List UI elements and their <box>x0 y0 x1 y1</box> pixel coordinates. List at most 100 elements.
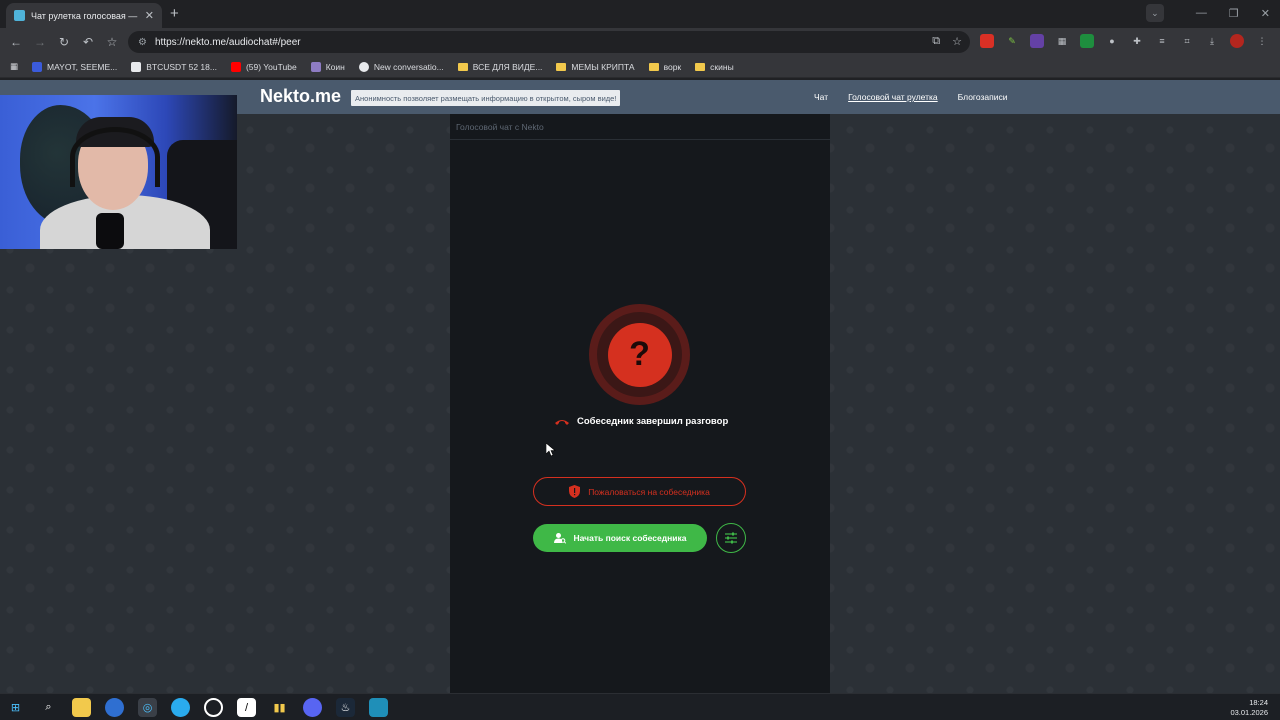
folder-icon <box>695 62 706 71</box>
bookmark-label: New conversatio... <box>373 61 444 72</box>
bookmark-folder[interactable]: МЕМЫ КРИПТА <box>556 61 635 72</box>
app-square-icon[interactable] <box>369 698 388 717</box>
webcam-overlay <box>0 95 237 249</box>
windows-start-icon[interactable]: ⊞ <box>6 698 25 717</box>
bookmark-item[interactable]: New conversatio... <box>358 61 444 72</box>
bookmark-folder[interactable]: ВСЕ ДЛЯ ВИДЕ... <box>457 61 543 72</box>
webcam-microphone <box>96 213 124 249</box>
extension-red-icon[interactable] <box>980 34 994 48</box>
twitch-extension-icon[interactable] <box>1030 34 1044 48</box>
tab-search-icon[interactable]: ⌄ <box>1145 4 1164 22</box>
app-bars-icon[interactable]: ▮▮ <box>270 698 289 717</box>
back-icon[interactable]: ← <box>4 35 28 49</box>
chat-header: Голосовой чат с Nekto <box>450 114 830 140</box>
search-settings-button[interactable] <box>716 523 746 553</box>
extensions-area: ✎ ▦ ● ✚ ≡ ⌗ ⤓ ⋮ <box>980 34 1269 48</box>
extension-grid-icon[interactable]: ▦ <box>1055 34 1069 48</box>
minimize-icon[interactable]: — <box>1196 7 1207 19</box>
search-label: Начать поиск собеседника <box>573 533 687 543</box>
new-tab-button[interactable]: + <box>170 5 179 22</box>
system-clock[interactable]: 18:24 03.01.2026 <box>1230 698 1268 718</box>
forward-icon[interactable]: → <box>28 35 52 49</box>
report-label: Пожаловаться на собеседника <box>588 486 710 497</box>
chatgpt-icon <box>358 61 369 72</box>
question-mark-icon: ? <box>607 322 672 387</box>
install-app-icon[interactable]: ⧉ <box>932 35 940 48</box>
menu-item-blog[interactable]: Блогозаписи <box>958 92 1008 102</box>
crop-icon[interactable]: ⌗ <box>1180 34 1194 48</box>
bookmark-item[interactable]: Коин <box>310 61 345 72</box>
folder-icon <box>556 62 567 71</box>
bookmark-label: МЕМЫ КРИПТА <box>571 61 635 72</box>
bookmark-label: скины <box>710 61 734 72</box>
close-tab-icon[interactable]: ✕ <box>145 9 154 22</box>
profile-avatar-icon[interactable] <box>1230 34 1244 48</box>
bookmark-folder[interactable]: ворк <box>648 61 682 72</box>
file-explorer-icon[interactable] <box>72 698 91 717</box>
search-icon[interactable]: ⌕ <box>39 698 58 717</box>
telegram-icon[interactable] <box>171 698 190 717</box>
bookmark-label: ворк <box>663 61 682 72</box>
bookmark-label: (59) YouTube <box>245 61 297 72</box>
chrome-active-icon[interactable]: ◎ <box>138 698 157 717</box>
status-text: Собеседник завершил разговор <box>577 416 729 427</box>
menu-item-voice-roulette[interactable]: Голосовой чат рулетка <box>848 92 938 102</box>
restore-icon[interactable]: ❐ <box>1229 7 1239 20</box>
star-icon[interactable]: ☆ <box>952 35 962 48</box>
shield-icon <box>569 485 581 498</box>
windows-taskbar: ⊞ ⌕ ◎ / ▮▮ ♨ 18:24 03.01.2026 <box>0 693 1280 720</box>
bookmark-star-icon[interactable]: ☆ <box>100 35 124 49</box>
youtube-icon <box>230 61 241 72</box>
address-bar[interactable]: ⚙ https://nekto.me/audiochat#/peer ⧉ ☆ <box>128 31 970 53</box>
mouse-cursor-icon <box>546 443 556 457</box>
extension-circle-icon[interactable]: ● <box>1105 34 1119 48</box>
discord-icon[interactable] <box>303 698 322 717</box>
bookmark-item[interactable]: (59) YouTube <box>230 61 297 72</box>
call-status: Собеседник завершил разговор <box>554 416 728 427</box>
window-controls: ⌄ — ❐ ✕ <box>1145 4 1270 22</box>
chrome-icon[interactable] <box>105 698 124 717</box>
browser-toolbar: ← → ↻ ↶ ☆ ⚙ https://nekto.me/audiochat#/… <box>0 28 1280 56</box>
bookmark-item[interactable]: BTCUSDT 52 18... <box>131 61 217 72</box>
bookmark-item[interactable]: MAYOT, SEEME... <box>32 61 118 72</box>
bookmark-favicon-icon <box>32 61 43 72</box>
site-motto: Анонимность позволяет размещать информац… <box>351 90 621 106</box>
browser-tab[interactable]: Чат рулетка голосовая — Nekto.me ✕ <box>6 3 162 28</box>
sliders-icon <box>725 532 737 544</box>
folder-icon <box>648 62 659 71</box>
peer-avatar: ? <box>589 304 690 405</box>
extension-on-icon[interactable] <box>1080 34 1094 48</box>
menu-kebab-icon[interactable]: ⋮ <box>1255 34 1269 48</box>
download-icon[interactable]: ⤓ <box>1205 34 1219 48</box>
reload-icon[interactable]: ↻ <box>52 35 76 49</box>
bookmark-label: ВСЕ ДЛЯ ВИДЕ... <box>472 61 543 72</box>
report-peer-button[interactable]: Пожаловаться на собеседника <box>533 477 746 506</box>
tab-title: Чат рулетка голосовая — Nekto.me <box>31 10 139 21</box>
apps-grid-icon[interactable]: ▦ <box>10 61 18 72</box>
menu-item-chat[interactable]: Чат <box>814 92 828 102</box>
bookmark-label: Коин <box>325 61 345 72</box>
site-info-icon[interactable]: ⚙ <box>138 37 147 48</box>
clock-date: 03.01.2026 <box>1230 708 1268 717</box>
user-search-icon <box>553 533 566 544</box>
site-favicon-icon <box>14 10 25 21</box>
reading-list-icon[interactable]: ≡ <box>1155 34 1169 48</box>
clock-time: 18:24 <box>1249 698 1268 707</box>
bookmark-folder[interactable]: скины <box>695 62 734 72</box>
close-window-icon[interactable]: ✕ <box>1261 7 1270 20</box>
steam-icon[interactable]: ♨ <box>336 698 355 717</box>
bookmark-label: BTCUSDT 52 18... <box>146 61 217 72</box>
tradingview-icon <box>131 61 142 72</box>
site-logo[interactable]: Nekto.me <box>260 86 341 107</box>
extension-leaf-icon[interactable]: ✎ <box>1005 34 1019 48</box>
bookmark-favicon-icon <box>310 61 321 72</box>
folder-icon <box>457 62 468 71</box>
start-search-button[interactable]: Начать поиск собеседника <box>533 524 707 552</box>
bookmark-label: MAYOT, SEEME... <box>47 61 118 72</box>
undo-icon[interactable]: ↶ <box>76 35 100 49</box>
site-menu: Чат Голосовой чат рулетка Блогозаписи <box>814 92 1007 102</box>
app-slash-icon[interactable]: / <box>237 698 256 717</box>
obs-icon[interactable] <box>204 698 223 717</box>
extensions-puzzle-icon[interactable]: ✚ <box>1130 34 1144 48</box>
url-text: https://nekto.me/audiochat#/peer <box>154 36 301 48</box>
